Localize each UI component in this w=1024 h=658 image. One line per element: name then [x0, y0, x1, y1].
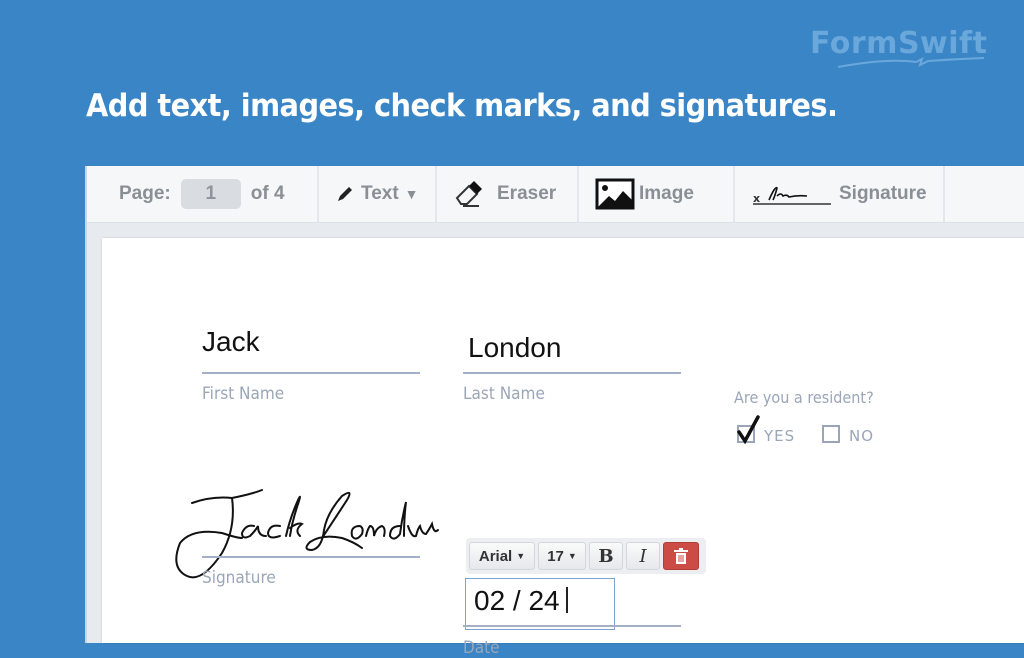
last-name-field[interactable]: London: [468, 332, 561, 364]
signature-tool-label: Signature: [839, 183, 927, 204]
delete-button[interactable]: [663, 542, 699, 570]
date-field[interactable]: 02 / 24: [465, 578, 615, 630]
headline: Add text, images, check marks, and signa…: [86, 88, 838, 124]
resident-question: Are you a resident?: [734, 388, 874, 407]
signature-underline: [202, 556, 420, 558]
last-name-label: Last Name: [463, 384, 545, 404]
font-size-value: 17: [547, 547, 564, 565]
checkmark-icon: [737, 415, 760, 444]
page-navigator: Page: 1 of 4: [87, 166, 319, 222]
document-page: Jack First Name London Last Name Are you…: [102, 238, 1024, 658]
image-tool-button[interactable]: Image: [579, 166, 735, 222]
text-tool-button[interactable]: Text ▼: [319, 166, 437, 222]
svg-text:x: x: [753, 192, 760, 205]
page-label: Page:: [119, 183, 171, 204]
text-tool-label: Text: [361, 183, 399, 204]
trash-icon: [674, 548, 688, 564]
chevron-down-icon: ▼: [404, 186, 419, 202]
font-size-select[interactable]: 17 ▼: [538, 542, 586, 570]
date-label: Date: [463, 638, 500, 658]
first-name-field[interactable]: Jack: [202, 326, 260, 358]
bold-button[interactable]: B: [589, 542, 623, 570]
pencil-icon: [338, 187, 352, 201]
first-name-underline: [202, 372, 420, 374]
font-family-value: Arial: [478, 547, 513, 565]
page-total: of 4: [250, 183, 285, 204]
no-option-label: NO: [849, 427, 875, 445]
chevron-down-icon: ▼: [567, 551, 577, 561]
eraser-tool-label: Eraser: [497, 183, 557, 204]
form-editor: Page: 1 of 4 Text ▼ Eraser Image x Signa…: [85, 166, 1024, 658]
last-name-underline: [463, 372, 681, 374]
font-family-select[interactable]: Arial ▼: [469, 542, 535, 570]
signature-tool-button[interactable]: x Signature: [735, 166, 945, 222]
page-number-input[interactable]: 1: [180, 179, 241, 209]
eraser-tool-button[interactable]: Eraser: [437, 166, 579, 222]
editor-toolbar: Page: 1 of 4 Text ▼ Eraser Image x Signa…: [87, 166, 1024, 223]
logo-swoosh-icon: [837, 57, 985, 68]
first-name-label: First Name: [202, 384, 285, 404]
date-underline: [463, 625, 681, 627]
date-value: 02 / 24: [474, 585, 560, 616]
yes-option-label: YES: [764, 427, 796, 445]
eraser-icon: [455, 181, 482, 207]
text-format-toolbar: Arial ▼ 17 ▼ B I: [466, 538, 706, 574]
italic-button[interactable]: I: [626, 542, 660, 570]
image-icon: [595, 178, 635, 210]
signature-icon: x: [753, 186, 831, 205]
no-checkbox[interactable]: [822, 425, 840, 443]
chevron-down-icon: ▼: [516, 551, 526, 561]
text-cursor: [565, 587, 568, 613]
signature-label: Signature: [202, 568, 276, 588]
image-tool-label: Image: [639, 183, 694, 204]
